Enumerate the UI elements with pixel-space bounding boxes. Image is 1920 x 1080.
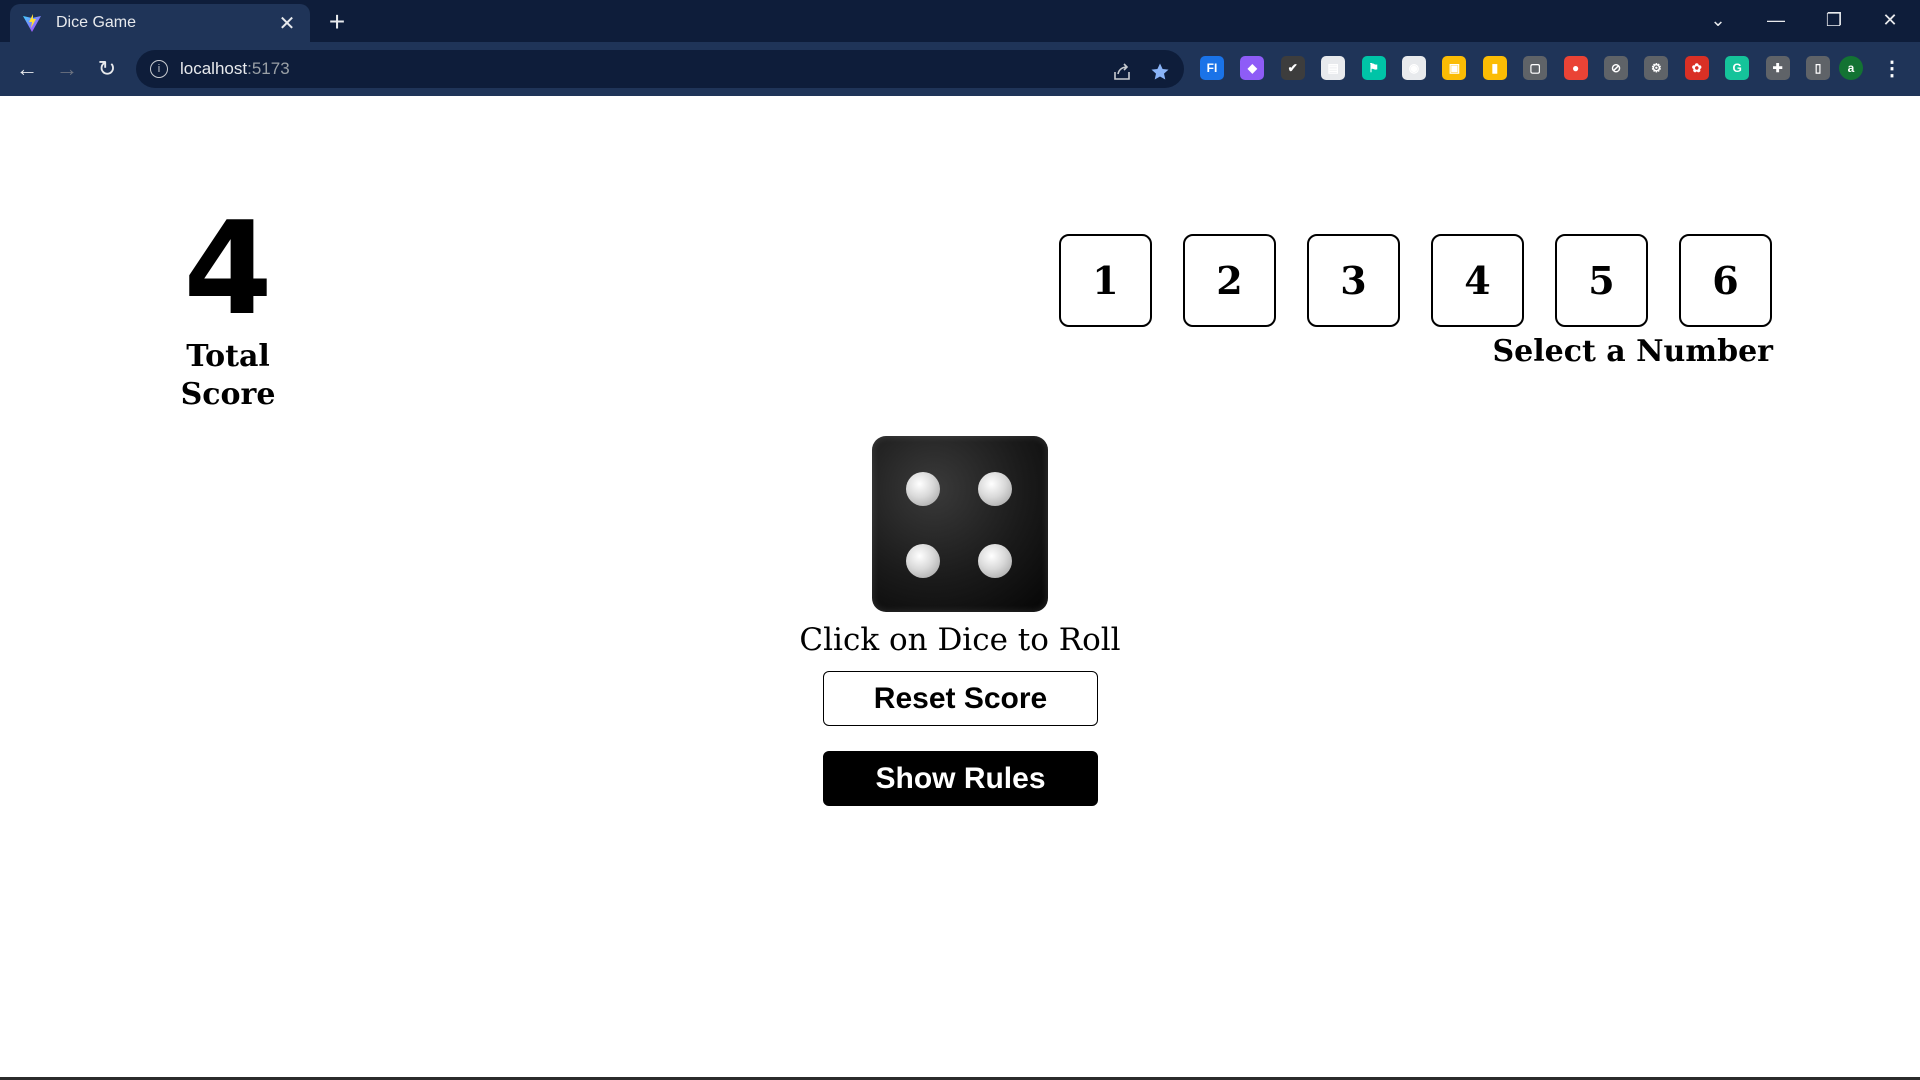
ext-gear-icon[interactable]: ⚙ — [1644, 56, 1669, 80]
ext-purple-icon[interactable]: ◆ — [1240, 56, 1265, 80]
ext-flag-icon[interactable]: ⚑ — [1361, 56, 1386, 80]
dice-image[interactable] — [872, 436, 1048, 612]
reload-button[interactable]: ↻ — [92, 54, 122, 84]
ext-circle-icon[interactable]: ◉ — [1402, 56, 1426, 80]
show-rules-button[interactable]: Show Rules — [823, 751, 1098, 806]
ext-grey-icon[interactable]: ▢ — [1523, 56, 1548, 80]
new-tab-button[interactable]: + — [322, 8, 352, 38]
ext-puzzle-icon[interactable]: ✚ — [1765, 56, 1790, 80]
minimize-button[interactable]: — — [1748, 0, 1804, 40]
back-button[interactable]: ← — [12, 54, 42, 84]
site-info-icon[interactable]: i — [150, 60, 168, 78]
forward-button[interactable]: → — [52, 54, 82, 84]
dice-pip — [978, 471, 1013, 506]
number-button-5[interactable]: 5 — [1555, 234, 1648, 327]
number-button-1[interactable]: 1 — [1059, 234, 1152, 327]
tab-close-icon[interactable]: ✕ — [276, 12, 298, 35]
reset-score-button[interactable]: Reset Score — [823, 671, 1098, 726]
ext-keep-icon[interactable]: ▮ — [1482, 56, 1507, 80]
tab-title: Dice Game — [56, 14, 137, 31]
bookmark-star-icon[interactable] — [1146, 58, 1174, 86]
ext-compass-icon[interactable]: ⊘ — [1604, 56, 1628, 80]
number-button-6[interactable]: 6 — [1679, 234, 1772, 327]
browser-tab[interactable]: Dice Game ✕ — [10, 4, 310, 42]
dice-pip — [978, 543, 1013, 578]
share-icon[interactable] — [1108, 58, 1136, 86]
total-score-value: 4 — [183, 195, 273, 344]
number-button-3[interactable]: 3 — [1307, 234, 1400, 327]
total-score-block: 4 Total Score — [140, 200, 316, 414]
select-number-label: Select a Number — [1492, 334, 1773, 369]
number-button-4[interactable]: 4 — [1431, 234, 1524, 327]
tab-search-icon[interactable]: ⌄ — [1690, 0, 1746, 40]
url-port: :5173 — [247, 59, 290, 78]
dice-caption: Click on Dice to Roll — [799, 622, 1121, 658]
url-host: localhost — [180, 59, 248, 78]
vite-favicon-icon — [22, 13, 42, 33]
ext-check-icon[interactable]: ✔ — [1280, 56, 1305, 80]
ext-grammarly-icon[interactable]: G — [1725, 56, 1750, 80]
address-bar[interactable]: i localhost:5173 — [136, 50, 1184, 88]
dice-pip — [906, 471, 941, 506]
ext-sidepanel-icon[interactable]: ▯ — [1806, 56, 1830, 80]
number-button-2[interactable]: 2 — [1183, 234, 1276, 327]
total-score-label: Total Score — [180, 339, 276, 412]
browser-menu-icon[interactable]: ⋮ — [1880, 56, 1904, 80]
ext-fi-icon[interactable]: FI — [1200, 56, 1224, 80]
number-selector: 1 2 3 4 5 6 — [1059, 234, 1772, 327]
browser-toolbar: ← → ↻ i localhost:5173 — [0, 42, 1920, 96]
ext-yellow-icon[interactable]: ▣ — [1442, 56, 1467, 80]
restore-button[interactable]: ❐ — [1806, 0, 1862, 40]
ext-color-icon[interactable]: ● — [1563, 56, 1588, 80]
ext-red-icon[interactable]: ✿ — [1684, 56, 1709, 80]
dice-pip — [906, 543, 941, 578]
profile-avatar[interactable]: a — [1839, 56, 1863, 80]
close-window-button[interactable]: ✕ — [1862, 0, 1918, 40]
ext-calendar-icon[interactable]: ▤ — [1321, 56, 1346, 80]
browser-tab-bar: Dice Game ✕ + ⌄ — ❐ ✕ — [0, 0, 1920, 42]
